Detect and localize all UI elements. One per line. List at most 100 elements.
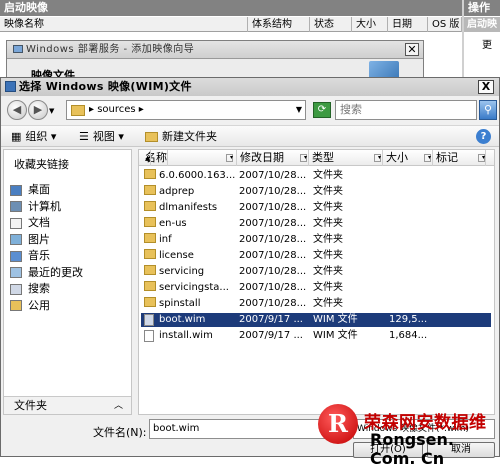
- music-icon: [10, 250, 22, 262]
- favorites-pane: 收藏夹链接 桌面计算机 文档图片音乐最近的更改 搜索公用 文件夹 ︿: [3, 149, 132, 415]
- recent-pages-chevron-icon[interactable]: ▼: [49, 107, 54, 115]
- file-date: 2007/10/28...: [239, 218, 307, 229]
- file-name: 6.0.6000.163...: [159, 170, 236, 181]
- dialog-app-icon: [5, 81, 16, 92]
- favorite-item[interactable]: 文档: [10, 215, 50, 231]
- bg-col-architecture[interactable]: 体系结构: [248, 17, 310, 32]
- folder-icon: [144, 201, 156, 211]
- views-icon: ☰: [79, 130, 89, 143]
- favorite-item[interactable]: 桌面: [10, 182, 50, 198]
- folder-icon: [144, 169, 156, 179]
- file-list-header: 名称 ▲ 修改日期 类型 大小 标记 ▾ ▾ ▾ ▾ ▾: [139, 150, 494, 166]
- file-type: WIM 文件: [313, 330, 358, 341]
- search-input[interactable]: 搜索: [335, 100, 477, 120]
- file-type: 文件夹: [313, 218, 343, 229]
- folder-icon: [144, 265, 156, 275]
- add-image-wizard: Windows 部署服务 - 添加映像向导 ✕ 映像文件: [6, 40, 424, 82]
- watermark-logo: R: [318, 404, 358, 444]
- col-type[interactable]: 类型: [309, 150, 383, 166]
- bg-column-headers: 映像名称 体系结构 状态 大小 日期 OS 版: [0, 17, 462, 32]
- file-size: 1,684...: [389, 330, 428, 341]
- bg-col-image-name[interactable]: 映像名称: [0, 17, 248, 32]
- file-row[interactable]: inf 2007/10/28... 文件夹: [141, 233, 491, 247]
- file-date: 2007/9/17 ...: [239, 330, 303, 341]
- dialog-close-button[interactable]: X: [478, 80, 494, 94]
- file-date: 2007/10/28...: [239, 186, 307, 197]
- file-row[interactable]: 6.0.6000.163... 2007/10/28... 文件夹: [141, 169, 491, 183]
- bg-col-size[interactable]: 大小: [352, 17, 388, 32]
- col-type-dropdown-icon[interactable]: ▾: [374, 154, 381, 162]
- address-path: ▸ sources ▸: [89, 104, 144, 115]
- file-row[interactable]: servicingsta... 2007/10/28... 文件夹: [141, 281, 491, 295]
- file-row[interactable]: servicing 2007/10/28... 文件夹: [141, 265, 491, 279]
- favorite-label: 文档: [28, 216, 50, 229]
- file-type: 文件夹: [313, 234, 343, 245]
- file-type: 文件夹: [313, 282, 343, 293]
- actions-pane-item[interactable]: 更: [482, 36, 492, 51]
- documents-icon: [10, 217, 22, 229]
- favorite-item[interactable]: 音乐: [10, 248, 50, 264]
- back-arrow-icon[interactable]: ◀: [7, 100, 27, 120]
- file-row[interactable]: dlmanifests 2007/10/28... 文件夹: [141, 201, 491, 215]
- file-size: 129,5...: [389, 314, 428, 325]
- file-row[interactable]: boot.wim 2007/9/17 ... WIM 文件 129,5...: [141, 313, 491, 327]
- favorite-item[interactable]: 计算机: [10, 199, 61, 215]
- favorite-item[interactable]: 最近的更改: [10, 265, 83, 281]
- file-date: 2007/10/28...: [239, 202, 307, 213]
- refresh-icon[interactable]: ⟳: [313, 102, 331, 118]
- bg-col-status[interactable]: 状态: [310, 17, 352, 32]
- bg-col-os[interactable]: OS 版: [428, 17, 462, 32]
- col-size-dropdown-icon[interactable]: ▾: [424, 154, 431, 162]
- file-name: dlmanifests: [159, 202, 218, 213]
- favorite-label: 桌面: [28, 183, 50, 196]
- favorite-item[interactable]: 公用: [10, 298, 50, 314]
- file-row[interactable]: spinstall 2007/10/28... 文件夹: [141, 297, 491, 311]
- file-type: WIM 文件: [313, 314, 358, 325]
- file-name: spinstall: [159, 298, 201, 309]
- new-folder-icon: [145, 132, 158, 142]
- desktop-icon: [10, 184, 22, 196]
- favorite-label: 搜索: [28, 282, 50, 295]
- file-name: servicing: [159, 266, 205, 277]
- views-button[interactable]: ☰ 视图 ▾: [79, 129, 124, 145]
- file-row[interactable]: install.wim 2007/9/17 ... WIM 文件 1,684...: [141, 329, 491, 343]
- help-icon[interactable]: ?: [476, 129, 491, 144]
- file-name: boot.wim: [159, 314, 206, 325]
- file-date: 2007/9/17 ...: [239, 314, 303, 325]
- folders-toggle[interactable]: 文件夹 ︿: [4, 396, 131, 414]
- file-date: 2007/10/28...: [239, 250, 307, 261]
- col-name-dropdown-icon[interactable]: ▾: [226, 154, 233, 162]
- file-name: en-us: [159, 218, 187, 229]
- folder-icon: [144, 249, 156, 259]
- col-date-dropdown-icon[interactable]: ▾: [300, 154, 307, 162]
- col-date[interactable]: 修改日期: [237, 150, 309, 166]
- address-bar[interactable]: ▸ sources ▸ ▼: [66, 100, 306, 120]
- favorites-header: 收藏夹链接: [14, 158, 69, 171]
- wizard-close-button[interactable]: ✕: [405, 43, 419, 56]
- file-name: adprep: [159, 186, 195, 197]
- bg-col-date[interactable]: 日期: [388, 17, 428, 32]
- file-type: 文件夹: [313, 298, 343, 309]
- forward-arrow-icon[interactable]: ▶: [28, 100, 48, 120]
- favorite-item[interactable]: 图片: [10, 232, 50, 248]
- new-folder-button[interactable]: 新建文件夹: [145, 129, 217, 145]
- file-name: servicingsta...: [159, 282, 229, 293]
- file-type: 文件夹: [313, 170, 343, 181]
- favorite-label: 图片: [28, 232, 50, 246]
- organize-button[interactable]: ▦ 组织 ▾: [11, 129, 56, 145]
- file-row[interactable]: license 2007/10/28... 文件夹: [141, 249, 491, 263]
- folder-icon: [144, 281, 156, 291]
- dialog-title-bar: 选择 Windows 映像(WIM)文件: [1, 78, 499, 96]
- search-icon[interactable]: ⚲: [479, 100, 497, 120]
- address-dropdown-icon[interactable]: ▼: [296, 105, 302, 114]
- col-tags-dropdown-icon[interactable]: ▾: [478, 154, 485, 162]
- bg-window-title: 启动映像: [0, 0, 462, 16]
- favorite-label: 音乐: [28, 249, 50, 262]
- file-icon: [144, 330, 154, 342]
- favorite-item[interactable]: 搜索: [10, 281, 50, 297]
- wizard-title-bar: Windows 部署服务 - 添加映像向导: [7, 41, 423, 59]
- dialog-title: 选择 Windows 映像(WIM)文件: [19, 80, 192, 93]
- file-row[interactable]: en-us 2007/10/28... 文件夹: [141, 217, 491, 231]
- file-row[interactable]: adprep 2007/10/28... 文件夹: [141, 185, 491, 199]
- col-name[interactable]: 名称 ▲: [139, 150, 237, 166]
